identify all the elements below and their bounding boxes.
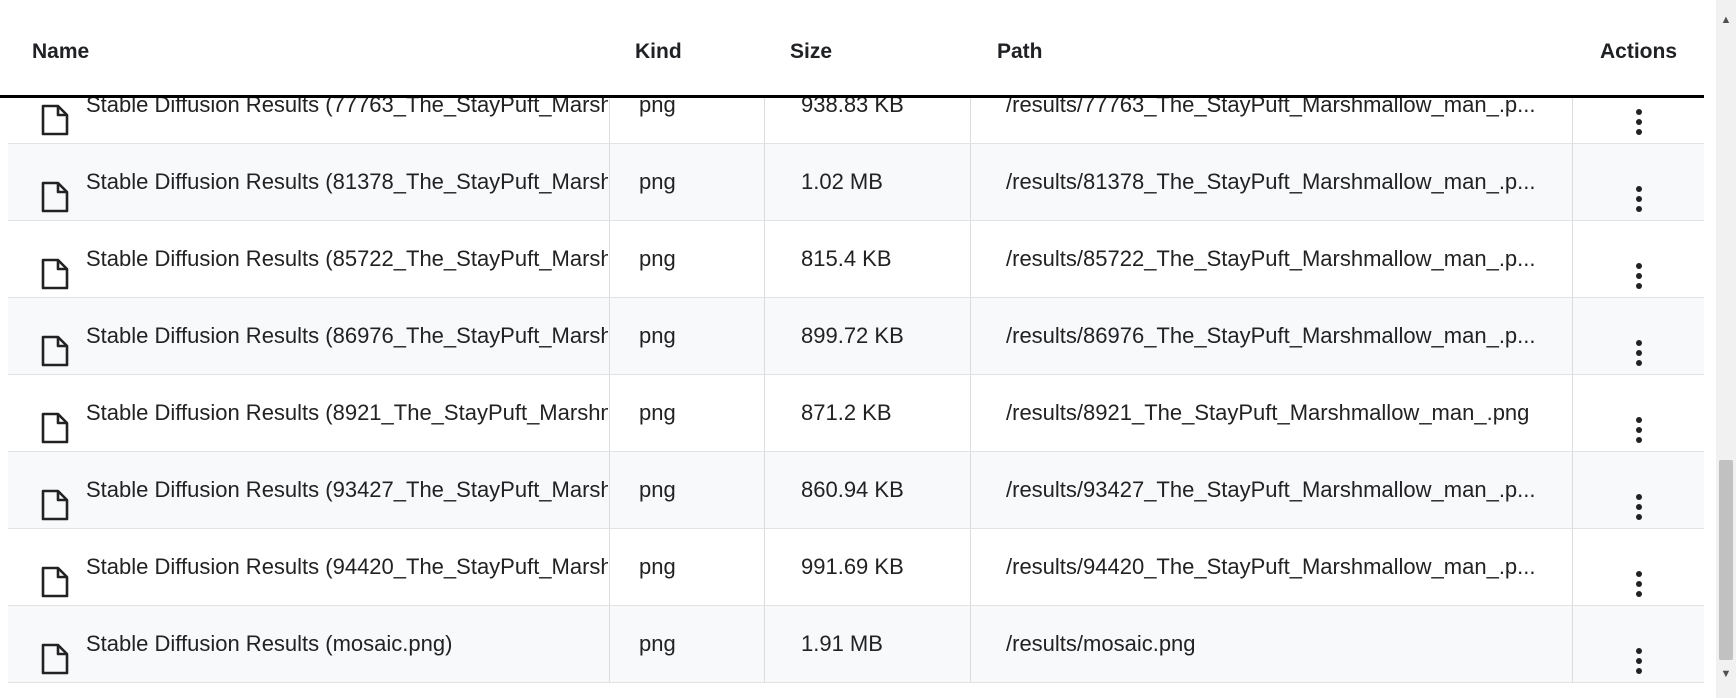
size-cell: 860.94 KB: [765, 452, 971, 528]
file-icon: [40, 630, 70, 675]
name-cell: Stable Diffusion Results (8921_The_StayP…: [8, 375, 610, 451]
table-row[interactable]: Stable Diffusion Results (94420_The_Stay…: [8, 529, 1704, 606]
kind-cell: png: [610, 298, 765, 374]
scroll-down-arrow-icon[interactable]: ▼: [1716, 664, 1736, 684]
file-icon: [40, 245, 70, 290]
table-row[interactable]: Stable Diffusion Results (85722_The_Stay…: [8, 221, 1704, 298]
file-name[interactable]: Stable Diffusion Results (94420_The_Stay…: [86, 529, 608, 605]
size-cell: 899.72 KB: [765, 298, 971, 374]
file-icon: [40, 168, 70, 213]
more-vert-icon[interactable]: [1631, 399, 1647, 443]
table-body: Stable Diffusion Results (77763_The_Stay…: [8, 67, 1704, 683]
path-cell: /results/mosaic.png: [971, 606, 1573, 682]
file-path: /results/86976_The_StayPuft_Marshmallow_…: [1006, 323, 1536, 348]
path-cell: /results/93427_The_StayPuft_Marshmallow_…: [971, 452, 1573, 528]
kind-cell: png: [610, 221, 765, 297]
kind-cell: png: [610, 144, 765, 220]
file-path: /results/93427_The_StayPuft_Marshmallow_…: [1006, 477, 1536, 502]
column-header-kind[interactable]: Kind: [635, 0, 682, 98]
size-cell: 815.4 KB: [765, 221, 971, 297]
column-header-path[interactable]: Path: [997, 0, 1043, 98]
path-cell: /results/86976_The_StayPuft_Marshmallow_…: [971, 298, 1573, 374]
name-cell: Stable Diffusion Results (85722_The_Stay…: [8, 221, 610, 297]
table-row[interactable]: Stable Diffusion Results (93427_The_Stay…: [8, 452, 1704, 529]
kind-cell: png: [610, 452, 765, 528]
kind-cell: png: [610, 606, 765, 682]
file-name[interactable]: Stable Diffusion Results (85722_The_Stay…: [86, 221, 608, 297]
actions-cell: [1573, 606, 1704, 682]
name-cell: Stable Diffusion Results (mosaic.png): [8, 606, 610, 682]
more-vert-icon[interactable]: [1631, 553, 1647, 597]
size-cell: 1.02 MB: [765, 144, 971, 220]
more-vert-icon[interactable]: [1631, 322, 1647, 366]
scroll-up-arrow-icon[interactable]: ▲: [1716, 10, 1736, 30]
actions-cell: [1573, 375, 1704, 451]
file-path: /results/94420_The_StayPuft_Marshmallow_…: [1006, 554, 1536, 579]
size-cell: 991.69 KB: [765, 529, 971, 605]
file-path: /results/85722_The_StayPuft_Marshmallow_…: [1006, 246, 1536, 271]
actions-cell: [1573, 221, 1704, 297]
file-name[interactable]: Stable Diffusion Results (81378_The_Stay…: [86, 144, 608, 220]
path-cell: /results/81378_The_StayPuft_Marshmallow_…: [971, 144, 1573, 220]
size-cell: 1.91 MB: [765, 606, 971, 682]
path-cell: /results/94420_The_StayPuft_Marshmallow_…: [971, 529, 1573, 605]
table-row[interactable]: Stable Diffusion Results (86976_The_Stay…: [8, 298, 1704, 375]
file-name[interactable]: Stable Diffusion Results (8921_The_StayP…: [86, 375, 608, 451]
more-vert-icon[interactable]: [1631, 245, 1647, 289]
column-header-name[interactable]: Name: [32, 0, 89, 98]
table-header: Name Kind Size Path Actions: [0, 0, 1704, 98]
actions-cell: [1573, 144, 1704, 220]
file-name[interactable]: Stable Diffusion Results (mosaic.png): [86, 606, 608, 682]
path-cell: /results/8921_The_StayPuft_Marshmallow_m…: [971, 375, 1573, 451]
table-row[interactable]: Stable Diffusion Results (mosaic.png) png…: [8, 606, 1704, 683]
actions-cell: [1573, 298, 1704, 374]
file-icon: [40, 476, 70, 521]
column-header-actions: Actions: [1600, 40, 1678, 63]
table-row[interactable]: Stable Diffusion Results (81378_The_Stay…: [8, 144, 1704, 221]
table-row[interactable]: Stable Diffusion Results (8921_The_StayP…: [8, 375, 1704, 452]
name-cell: Stable Diffusion Results (93427_The_Stay…: [8, 452, 610, 528]
file-name[interactable]: Stable Diffusion Results (93427_The_Stay…: [86, 452, 608, 528]
more-vert-icon[interactable]: [1631, 476, 1647, 520]
file-icon: [40, 322, 70, 367]
kind-cell: png: [610, 375, 765, 451]
kind-cell: png: [610, 529, 765, 605]
actions-cell: [1573, 452, 1704, 528]
scrollbar-thumb[interactable]: [1719, 460, 1733, 660]
path-cell: /results/85722_The_StayPuft_Marshmallow_…: [971, 221, 1573, 297]
name-cell: Stable Diffusion Results (94420_The_Stay…: [8, 529, 610, 605]
size-cell: 871.2 KB: [765, 375, 971, 451]
file-icon: [40, 553, 70, 598]
file-path: /results/mosaic.png: [1006, 631, 1196, 656]
vertical-scrollbar[interactable]: ▲ ▼: [1716, 0, 1736, 698]
name-cell: Stable Diffusion Results (81378_The_Stay…: [8, 144, 610, 220]
more-vert-icon[interactable]: [1631, 630, 1647, 674]
column-header-size[interactable]: Size: [790, 0, 832, 98]
file-icon: [40, 399, 70, 444]
name-cell: Stable Diffusion Results (86976_The_Stay…: [8, 298, 610, 374]
file-name[interactable]: Stable Diffusion Results (86976_The_Stay…: [86, 298, 608, 374]
more-vert-icon[interactable]: [1631, 168, 1647, 212]
actions-cell: [1573, 529, 1704, 605]
file-table: Stable Diffusion Results (77763_The_Stay…: [0, 0, 1716, 698]
file-path: /results/81378_The_StayPuft_Marshmallow_…: [1006, 169, 1536, 194]
file-path: /results/8921_The_StayPuft_Marshmallow_m…: [1006, 400, 1530, 425]
